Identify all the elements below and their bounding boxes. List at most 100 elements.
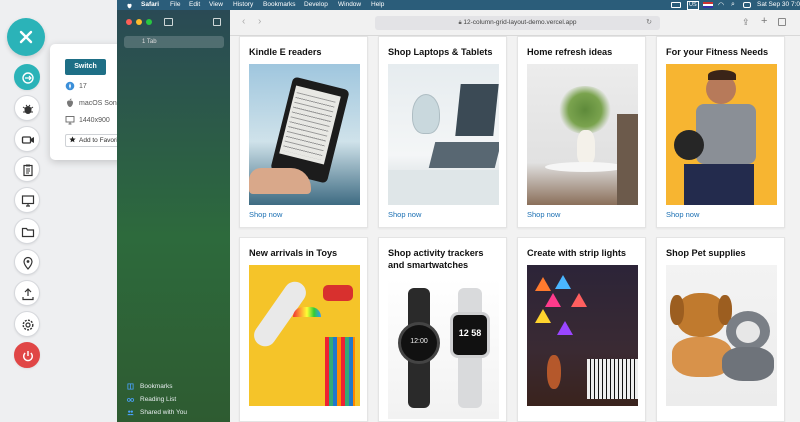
shop-now-link[interactable]: Shop now: [527, 210, 560, 220]
safari-sidebar: 1 Tab Bookmarks Reading List Shared with…: [117, 10, 230, 422]
menu-develop[interactable]: Develop: [304, 0, 328, 10]
folder-icon: [21, 227, 35, 238]
resolution-row: 1440x900: [65, 115, 110, 127]
star-icon: [69, 136, 76, 143]
shop-now-link[interactable]: Shop now: [666, 210, 699, 220]
sidebar-link-shared-with-you[interactable]: Shared with You: [127, 408, 187, 417]
menu-file[interactable]: File: [170, 0, 180, 10]
sidebar-link-reading-list[interactable]: Reading List: [127, 395, 176, 404]
address-bar[interactable]: 🔒︎ 12-column-grid-layout-demo.vercel.app…: [375, 16, 660, 30]
sidebar-link-label: Shared with You: [140, 409, 187, 416]
book-icon: [127, 383, 134, 390]
close-button[interactable]: [7, 18, 45, 56]
bug-report-button[interactable]: [14, 95, 40, 121]
sidebar-toggle-icon[interactable]: [164, 18, 173, 26]
monitor-icon: [21, 195, 35, 207]
sidebar-link-label: Reading List: [140, 396, 177, 403]
close-icon: [19, 30, 33, 44]
shop-now-link[interactable]: Shop now: [388, 210, 421, 220]
kindle-image[interactable]: [249, 64, 360, 205]
card-title: Shop Pet supplies: [666, 248, 746, 258]
watch-face-time: 12:00: [410, 338, 428, 345]
card-title: For your Fitness Needs: [666, 47, 769, 57]
menu-view[interactable]: View: [209, 0, 223, 10]
card-title: Shop activity trackers and smartwatches: [388, 248, 484, 270]
product-card-toys: New arrivals in Toys: [239, 237, 368, 422]
card-title: Kindle E readers: [249, 47, 322, 57]
record-video-button[interactable]: [14, 126, 40, 152]
power-icon: [23, 351, 33, 362]
battery-icon: [671, 2, 681, 8]
laptop-image[interactable]: [388, 64, 499, 205]
strip-lights-image[interactable]: [527, 265, 638, 406]
input-source[interactable]: US: [687, 1, 699, 10]
product-card-home-refresh: Home refresh ideas Shop now: [517, 36, 646, 228]
menu-help[interactable]: Help: [371, 0, 384, 10]
menu-bookmarks[interactable]: Bookmarks: [263, 0, 296, 10]
clipboard-icon: [23, 164, 33, 177]
video-icon: [21, 136, 34, 144]
tab-overview-icon[interactable]: [778, 18, 786, 26]
screen-resolution: 1440x900: [79, 117, 110, 124]
menu-edit[interactable]: Edit: [189, 0, 200, 10]
gear-icon: [22, 319, 34, 331]
flag-icon: [703, 2, 713, 8]
glasses-icon: [127, 397, 134, 402]
bug-icon: [22, 104, 34, 114]
menu-safari[interactable]: Safari: [141, 0, 159, 10]
browser-version: 17: [79, 83, 87, 90]
plant-image[interactable]: [527, 64, 638, 205]
control-center-icon[interactable]: [743, 2, 751, 8]
switch-button[interactable]: Switch: [65, 59, 106, 75]
back-chevron-icon[interactable]: ‹: [242, 16, 245, 28]
upload-button[interactable]: [14, 280, 40, 306]
smartwatch-image[interactable]: 12:00 12 58: [388, 278, 499, 419]
browser-version-row: 17: [65, 81, 87, 93]
close-window-dot[interactable]: [126, 19, 132, 25]
address-url: 12-column-grid-layout-demo.vercel.app: [463, 19, 577, 26]
reload-icon[interactable]: ↻: [646, 16, 652, 30]
end-session-button[interactable]: [14, 342, 40, 368]
location-pin-icon: [23, 256, 33, 270]
new-tab-icon[interactable]: +: [761, 15, 767, 27]
forward-chevron-icon[interactable]: ›: [258, 16, 261, 28]
search-icon[interactable]: ⌕: [731, 1, 735, 9]
tab-overview-icon[interactable]: [213, 18, 221, 26]
wifi-icon: ◠: [718, 2, 725, 9]
fitness-image[interactable]: [666, 64, 777, 205]
card-title: Shop Laptops & Tablets: [388, 47, 493, 57]
card-title: Create with strip lights: [527, 248, 627, 258]
card-title: New arrivals in Toys: [249, 248, 338, 258]
toys-image[interactable]: [249, 265, 360, 406]
apple-menu-icon[interactable]: [126, 2, 133, 9]
product-card-laptops: Shop Laptops & Tablets Shop now: [378, 36, 507, 228]
safari-toolbar: ‹ › 🔒︎ 12-column-grid-layout-demo.vercel…: [230, 10, 800, 36]
sidebar-link-label: Bookmarks: [140, 383, 173, 390]
pet-image[interactable]: [666, 265, 777, 406]
menu-history[interactable]: History: [233, 0, 253, 10]
product-card-kindle: Kindle E readers Shop now: [239, 36, 368, 228]
sync-icon: [22, 72, 34, 84]
apple-icon: [67, 98, 73, 108]
geolocation-button[interactable]: [14, 249, 40, 275]
safari-compass-icon: [65, 81, 75, 91]
monitor-icon: [65, 116, 75, 125]
upload-icon: [22, 288, 34, 301]
settings-button[interactable]: [14, 311, 40, 337]
card-title: Home refresh ideas: [527, 47, 613, 57]
mac-menubar: Safari File Edit View History Bookmarks …: [117, 0, 800, 10]
share-icon[interactable]: ⇪: [742, 16, 750, 28]
screen-resolution-button[interactable]: [14, 187, 40, 213]
files-button[interactable]: [14, 218, 40, 244]
sidebar-link-bookmarks[interactable]: Bookmarks: [127, 382, 173, 391]
watch-face-time: 12 58: [458, 328, 482, 338]
zoom-window-dot[interactable]: [146, 19, 152, 25]
minimize-window-dot[interactable]: [136, 19, 142, 25]
tab-group-item[interactable]: 1 Tab: [124, 36, 224, 48]
web-page: Kindle E readers Shop now Shop Laptops &…: [230, 36, 800, 422]
switch-browser-button[interactable]: [14, 64, 40, 90]
clipboard-button[interactable]: [14, 156, 40, 182]
shop-now-link[interactable]: Shop now: [249, 210, 282, 220]
menu-window[interactable]: Window: [338, 0, 361, 10]
product-card-smartwatches: Shop activity trackers and smartwatches 1…: [378, 237, 507, 422]
